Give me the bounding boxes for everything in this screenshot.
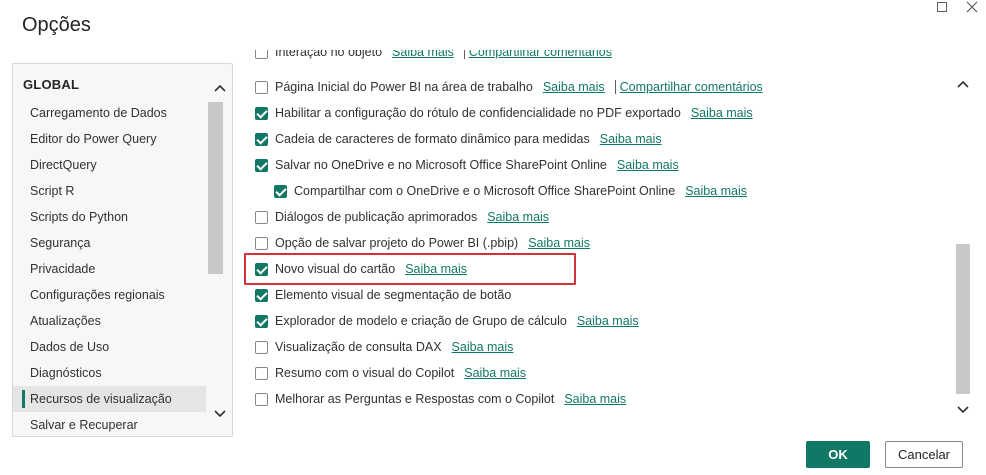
option-label: Página Inicial do Power BI na área de tr…	[275, 80, 533, 94]
options-scrollbar[interactable]	[953, 62, 973, 422]
scroll-down-icon[interactable]	[213, 406, 227, 420]
option-checkbox[interactable]	[255, 80, 268, 94]
option-checkbox[interactable]	[255, 392, 268, 406]
nav-item[interactable]: Recursos de visualização	[13, 386, 206, 412]
learn-more-link[interactable]: Saiba mais	[464, 366, 526, 380]
preview-features-list: Interação no objeto Saiba mais Compartilha…	[246, 50, 950, 430]
nav-item[interactable]: Carregamento de Dados	[13, 100, 206, 126]
option-checkbox[interactable]	[255, 314, 268, 328]
option-label: Habilitar a configuração do rótulo de co…	[275, 106, 681, 120]
option-checkbox[interactable]	[255, 106, 268, 120]
option-row: Interação no objeto Saiba mais Compartilha…	[255, 50, 612, 61]
option-checkbox[interactable]	[274, 184, 287, 198]
option-checkbox[interactable]	[255, 210, 268, 224]
highlight-box	[244, 253, 576, 285]
scroll-up-icon[interactable]	[956, 78, 970, 92]
nav-item[interactable]: DirectQuery	[13, 152, 206, 178]
learn-more-link[interactable]: Saiba mais	[392, 50, 454, 59]
learn-more-link[interactable]: Saiba mais	[617, 158, 679, 172]
option-checkbox[interactable]	[255, 50, 268, 59]
option-row: Visualização de consulta DAX Saiba mais	[255, 338, 513, 356]
nav-item[interactable]: Privacidade	[13, 256, 206, 282]
learn-more-link[interactable]: Saiba mais	[564, 392, 626, 406]
close-icon[interactable]	[966, 0, 986, 14]
nav-item[interactable]: Script R	[13, 178, 206, 204]
learn-more-link[interactable]: Saiba mais	[543, 80, 605, 94]
option-row: Opção de salvar projeto do Power BI (.pb…	[255, 234, 590, 252]
option-row: Habilitar a configuração do rótulo de co…	[255, 104, 753, 122]
option-label: Salvar no OneDrive e no Microsoft Office…	[275, 158, 607, 172]
option-checkbox[interactable]	[255, 288, 268, 302]
option-checkbox[interactable]	[255, 236, 268, 250]
nav-item[interactable]: Diagnósticos	[13, 360, 206, 386]
options-nav: GLOBAL Carregamento de Dados Editor do Po…	[12, 63, 233, 437]
option-checkbox[interactable]	[255, 340, 268, 354]
option-row: Cadeia de caracteres de formato dinâmico…	[255, 130, 662, 148]
option-label: Diálogos de publicação aprimorados	[275, 210, 478, 224]
link-separator	[614, 80, 616, 94]
learn-more-link[interactable]: Saiba mais	[691, 106, 753, 120]
share-feedback-link[interactable]: Compartilhar comentários	[620, 80, 763, 94]
option-label: Opção de salvar projeto do Power BI (.pb…	[275, 236, 519, 250]
learn-more-link[interactable]: Saiba mais	[600, 132, 662, 146]
maximize-icon[interactable]	[936, 0, 956, 14]
nav-scroll-thumb[interactable]	[208, 102, 223, 274]
scroll-up-icon[interactable]	[213, 82, 227, 96]
scroll-down-icon[interactable]	[956, 402, 970, 416]
learn-more-link[interactable]: Saiba mais	[452, 340, 514, 354]
nav-section-header: GLOBAL	[23, 77, 80, 92]
option-checkbox[interactable]	[255, 132, 268, 146]
option-label: Elemento visual de segmentação de botão	[275, 288, 512, 302]
option-label: Cadeia de caracteres de formato dinâmico…	[275, 132, 590, 146]
option-row: Página Inicial do Power BI na área de tr…	[255, 78, 763, 96]
option-row: Salvar no OneDrive e no Microsoft Office…	[255, 156, 679, 174]
cancel-button[interactable]: Cancelar	[885, 441, 963, 468]
learn-more-link[interactable]: Saiba mais	[528, 236, 590, 250]
learn-more-link[interactable]: Saiba mais	[685, 184, 747, 198]
nav-item[interactable]: Configurações regionais	[13, 282, 206, 308]
nav-item[interactable]: Salvar e Recuperar	[13, 412, 206, 436]
nav-list: Carregamento de Dados Editor do Power Que…	[13, 100, 206, 436]
option-row: Diálogos de publicação aprimorados Saiba …	[255, 208, 549, 226]
option-label: Explorador de modelo e criação de Grupo …	[275, 314, 567, 328]
nav-item[interactable]: Atualizações	[13, 308, 206, 334]
option-row: Melhorar as Perguntas e Respostas com o …	[255, 390, 626, 408]
link-separator	[463, 50, 465, 59]
option-row: Explorador de modelo e criação de Grupo …	[255, 312, 639, 330]
nav-item[interactable]: Editor do Power Query	[13, 126, 206, 152]
learn-more-link[interactable]: Saiba mais	[577, 314, 639, 328]
share-feedback-link[interactable]: Compartilhar comentários	[469, 50, 612, 59]
dialog-title: Opções	[22, 14, 91, 36]
nav-item[interactable]: Scripts do Python	[13, 204, 206, 230]
option-label: Compartilhar com o OneDrive e o Microsof…	[294, 184, 676, 198]
options-scroll-thumb[interactable]	[956, 244, 970, 394]
ok-button[interactable]: OK	[806, 441, 870, 468]
learn-more-link[interactable]: Saiba mais	[487, 210, 549, 224]
nav-item[interactable]: Dados de Uso	[13, 334, 206, 360]
option-label: Interação no objeto	[275, 50, 383, 59]
option-row: Compartilhar com o OneDrive e o Microsof…	[274, 182, 747, 200]
option-checkbox[interactable]	[255, 158, 268, 172]
nav-item[interactable]: Segurança	[13, 230, 206, 256]
option-label: Melhorar as Perguntas e Respostas com o …	[275, 392, 555, 406]
option-checkbox[interactable]	[255, 366, 268, 380]
option-row: Elemento visual de segmentação de botão	[255, 286, 521, 304]
option-label: Visualização de consulta DAX	[275, 340, 442, 354]
nav-scrollbar[interactable]	[207, 64, 232, 436]
option-row: Resumo com o visual do Copilot Saiba mais	[255, 364, 526, 382]
option-label: Resumo com o visual do Copilot	[275, 366, 455, 380]
